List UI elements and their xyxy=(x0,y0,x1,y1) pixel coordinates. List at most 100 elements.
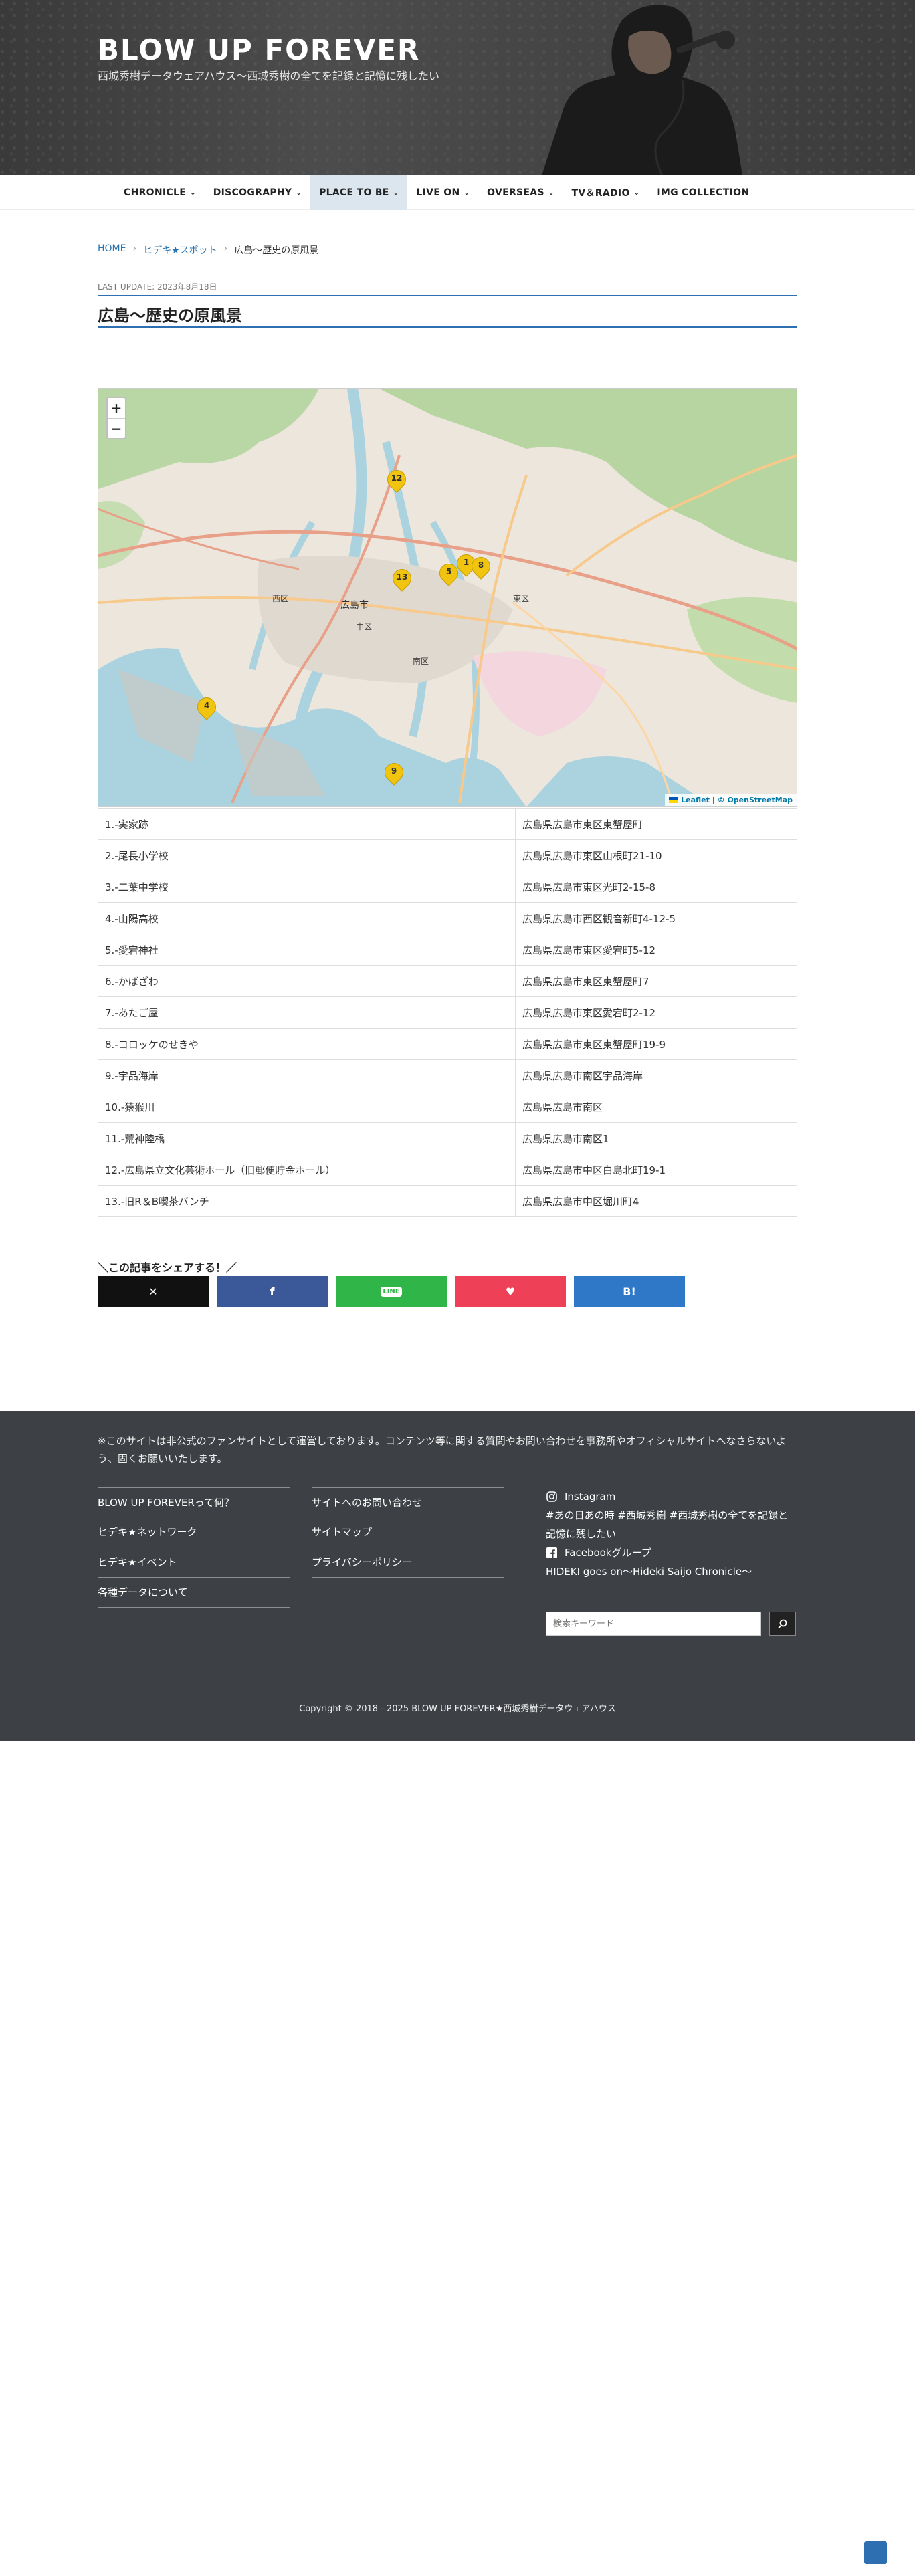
pocket-icon: ♥ xyxy=(505,1285,516,1298)
site-tagline: 西城秀樹データウェアハウス〜西城秀樹の全てを記録と記憶に残したい xyxy=(98,70,440,82)
map-pin[interactable]: 13 xyxy=(389,565,415,596)
spot-name: 13.-旧R＆B喫茶バンチ xyxy=(98,1185,516,1217)
table-row: 11.-荒神陸橋 広島県広島市南区1 xyxy=(98,1122,797,1154)
zoom-in-button[interactable]: + xyxy=(108,398,125,418)
nav-item-discography[interactable]: DISCOGRAPHY ⌄ xyxy=(205,175,310,210)
table-row: 13.-旧R＆B喫茶バンチ 広島県広島市中区堀川町4 xyxy=(98,1185,797,1217)
table-row: 1.-実家跡 広島県広島市東区東蟹屋町 xyxy=(98,808,797,840)
map-pin[interactable]: 5 xyxy=(435,560,462,591)
spot-address: 広島県広島市東区東蟹屋町 xyxy=(515,808,797,840)
chevron-down-icon: ⌄ xyxy=(190,189,196,197)
header-singer-photo xyxy=(542,5,742,175)
spot-address: 広島県広島市東区愛宕町5-12 xyxy=(515,934,797,966)
chevron-down-icon: ⌄ xyxy=(548,189,554,197)
copyright: Copyright © 2018 - 2025 BLOW UP FOREVER★… xyxy=(299,1704,616,1714)
footer-link[interactable]: ヒデキ★ネットワーク xyxy=(98,1517,290,1547)
spot-name: 2.-尾長小学校 xyxy=(98,839,516,871)
spot-name: 8.-コロッケのせきや xyxy=(98,1028,516,1060)
breadcrumb-separator: › xyxy=(223,243,228,254)
site-title[interactable]: BLOW UP FOREVER xyxy=(98,33,420,66)
chevron-down-icon: ⌄ xyxy=(393,189,399,197)
footer-links-col1: BLOW UP FOREVERって何？ ヒデキ★ネットワーク ヒデキ★イベント 各種デ… xyxy=(98,1487,290,1608)
spots-table: 1.-実家跡 広島県広島市東区東蟹屋町 2.-尾長小学校 広島県広島市東区山根町21-… xyxy=(98,808,797,1217)
breadcrumb-category[interactable]: ヒデキ★スポット xyxy=(143,243,217,257)
breadcrumb-separator: › xyxy=(132,243,137,254)
facebook-label[interactable]: Facebookグループ xyxy=(565,1543,651,1562)
footer-link[interactable]: BLOW UP FOREVERって何？ xyxy=(98,1487,290,1517)
nav-item-img-collection[interactable]: IMG COLLECTION xyxy=(648,175,758,210)
facebook-icon: f xyxy=(270,1285,275,1298)
nav-item-chronicle[interactable]: CHRONICLE ⌄ xyxy=(115,175,205,210)
map-label-hiroshima: 広島市 xyxy=(340,599,369,611)
spot-address: 広島県広島市東区東蟹屋町7 xyxy=(515,965,797,997)
breadcrumb-home[interactable]: HOME xyxy=(98,243,126,257)
map-pin[interactable]: 9 xyxy=(381,759,407,790)
footer-link[interactable]: サイトへのお問い合わせ xyxy=(312,1487,504,1517)
map-pin-number: 9 xyxy=(391,766,397,776)
spot-address: 広島県広島市東区光町2-15-8 xyxy=(515,871,797,903)
map-label-nishi: 西区 xyxy=(272,594,288,603)
osm-link[interactable]: © OpenStreetMap xyxy=(718,796,793,804)
share-button-pocket[interactable]: ♥ xyxy=(455,1276,566,1307)
nav-item-live-on[interactable]: LIVE ON ⌄ xyxy=(407,175,478,210)
spot-address: 広島県広島市南区 xyxy=(515,1091,797,1123)
nav-item-label: LIVE ON xyxy=(416,187,460,198)
spot-address: 広島県広島市南区宇品海岸 xyxy=(515,1059,797,1091)
footer-social: Instagram #あの日あの時 #西城秀樹 #西城秀樹の全てを記録と記憶に残… xyxy=(546,1487,797,1581)
chevron-down-icon: ⌄ xyxy=(464,189,470,197)
nav-item-label: TV＆RADIO xyxy=(571,188,630,199)
title-divider xyxy=(98,295,797,296)
map-pin[interactable]: 8 xyxy=(468,553,494,584)
zoom-out-button[interactable]: − xyxy=(108,418,125,438)
share-button-facebook[interactable]: f xyxy=(217,1276,328,1307)
search-button[interactable] xyxy=(769,1612,796,1636)
footer-link[interactable]: プライバシーポリシー xyxy=(312,1547,504,1578)
table-row: 7.-あたご屋 広島県広島市東区愛宕町2-12 xyxy=(98,996,797,1029)
nav-item-label: PLACE TO BE xyxy=(319,187,389,198)
leaflet-link[interactable]: Leaflet xyxy=(681,796,710,804)
map-pin[interactable]: 12 xyxy=(383,466,410,497)
page-title: 広島〜歴史の原風景 xyxy=(98,306,242,325)
nav-home[interactable] xyxy=(98,175,115,210)
facebook-text: HIDEKI goes on〜Hideki Saijo Chronicle〜 xyxy=(546,1566,752,1578)
breadcrumb: HOME › ヒデキ★スポット › 広島〜歴史の原風景 xyxy=(98,243,318,257)
nav-item-place-to-be[interactable]: PLACE TO BE ⌄ xyxy=(310,175,408,210)
share-button-hatena[interactable]: B! xyxy=(574,1276,685,1307)
table-row: 12.-広島県立文化芸術ホール（旧郵便貯金ホール） 広島県広島市中区白島北町19-… xyxy=(98,1154,797,1186)
nav-item-label: IMG COLLECTION xyxy=(657,187,750,198)
spot-name: 9.-宇品海岸 xyxy=(98,1059,516,1091)
x-icon: ✕ xyxy=(148,1285,158,1298)
footer-link[interactable]: 各種データについて xyxy=(98,1578,290,1608)
search-input[interactable] xyxy=(546,1612,761,1636)
hatena-icon: B! xyxy=(623,1285,636,1298)
spot-address: 広島県広島市西区観音新町4-12-5 xyxy=(515,902,797,934)
map-tiles[interactable]: 広島市 西区 中区 東区 南区 xyxy=(98,389,797,807)
footer-links-col2: サイトへのお問い合わせ サイトマップ プライバシーポリシー xyxy=(312,1487,504,1578)
breadcrumb-current: 広島〜歴史の原風景 xyxy=(234,245,319,256)
site-header: BLOW UP FOREVER 西城秀樹データウェアハウス〜西城秀樹の全てを記録… xyxy=(0,0,915,175)
spot-name: 7.-あたご屋 xyxy=(98,996,516,1029)
title-divider xyxy=(98,326,797,328)
facebook-row[interactable]: Facebookグループ xyxy=(546,1543,797,1562)
instagram-row[interactable]: Instagram xyxy=(546,1487,797,1506)
nav-item-overseas[interactable]: OVERSEAS ⌄ xyxy=(478,175,563,210)
footer-link[interactable]: ヒデキ★イベント xyxy=(98,1547,290,1578)
map-zoom-control: + − xyxy=(106,397,126,439)
table-row: 4.-山陽高校 広島県広島市西区観音新町4-12-5 xyxy=(98,902,797,934)
leaflet-flag-icon xyxy=(669,797,679,803)
share-button-line[interactable]: LINE xyxy=(336,1276,447,1307)
spot-name: 3.-二葉中学校 xyxy=(98,871,516,903)
spot-address: 広島県広島市中区白島北町19-1 xyxy=(515,1154,797,1186)
nav-item-tv-radio[interactable]: TV＆RADIO ⌄ xyxy=(563,175,649,210)
instagram-label[interactable]: Instagram xyxy=(565,1487,615,1506)
map-pin-number: 4 xyxy=(203,701,210,710)
table-row: 6.-かばざわ 広島県広島市東区東蟹屋町7 xyxy=(98,965,797,997)
spot-address: 広島県広島市東区山根町21-10 xyxy=(515,839,797,871)
share-button-x[interactable]: ✕ xyxy=(98,1276,209,1307)
map-pin[interactable]: 4 xyxy=(193,693,220,724)
spot-name: 1.-実家跡 xyxy=(98,808,516,840)
spot-map[interactable]: 広島市 西区 中区 東区 南区 12 13 5 1 8 4 9 + − Leaf… xyxy=(98,388,797,807)
spot-name: 5.-愛宕神社 xyxy=(98,934,516,966)
back-to-top-button[interactable] xyxy=(864,2541,887,2564)
footer-link[interactable]: サイトマップ xyxy=(312,1517,504,1547)
